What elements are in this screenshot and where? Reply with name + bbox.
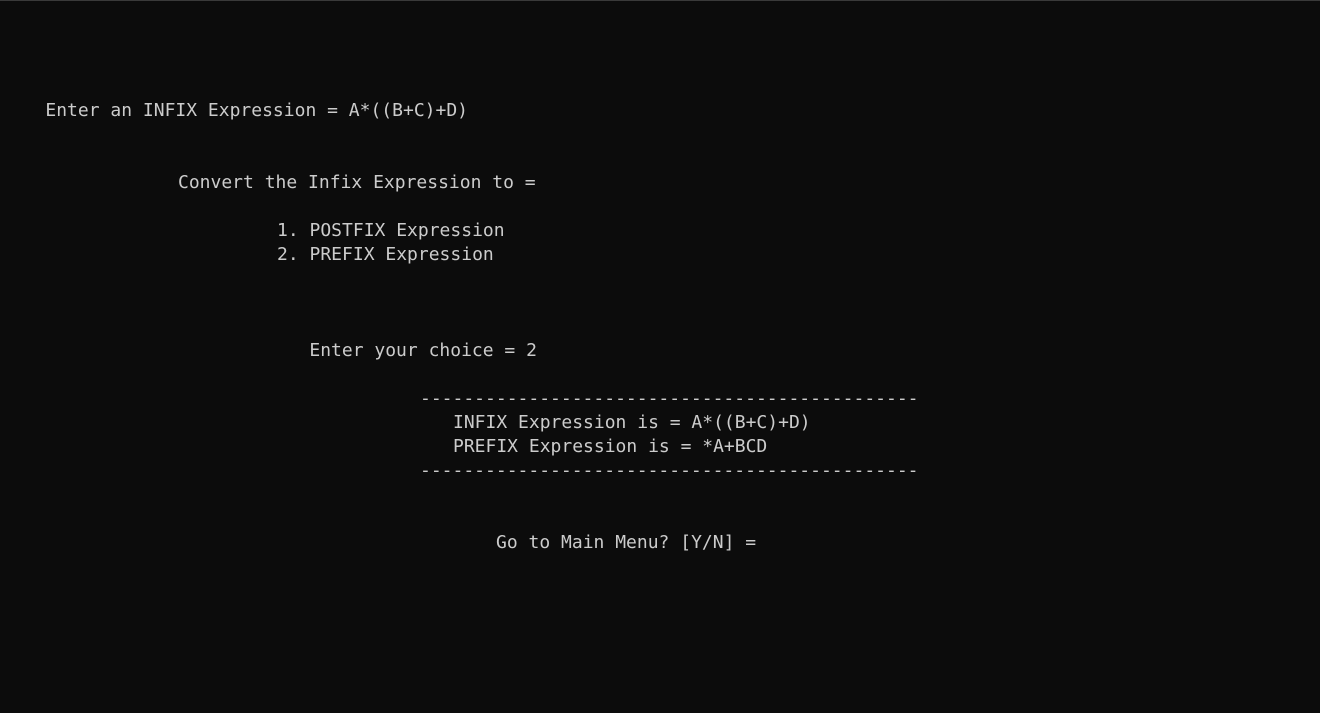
console-window[interactable]: Enter an INFIX Expression = A*((B+C)+D) … xyxy=(0,0,1320,713)
result-infix-line: INFIX Expression is = A*((B+C)+D) xyxy=(453,412,811,433)
infix-input-value: A*((B+C)+D) xyxy=(348,100,469,121)
menu-option-postfix: 1. POSTFIX Expression xyxy=(277,220,505,241)
infix-prompt-line: Enter an INFIX Expression = A*((B+C)+D) xyxy=(2,75,468,147)
result-bottom-divider: ----------------------------------------… xyxy=(420,460,919,481)
result-top-divider: ----------------------------------------… xyxy=(420,388,919,409)
result-prefix-line: PREFIX Expression is = *A+BCD xyxy=(453,436,768,457)
choice-prompt-line: Enter your choice = 2 xyxy=(266,315,537,387)
convert-heading: Convert the Infix Expression to = xyxy=(178,172,536,193)
menu-option-prefix: 2. PREFIX Expression xyxy=(277,244,494,265)
main-menu-prompt: Go to Main Menu? [Y/N] = xyxy=(496,532,767,553)
infix-prompt-label: Enter an INFIX Expression = xyxy=(45,100,349,121)
choice-prompt-label: Enter your choice = xyxy=(309,340,527,361)
choice-input-value: 2 xyxy=(526,340,537,361)
